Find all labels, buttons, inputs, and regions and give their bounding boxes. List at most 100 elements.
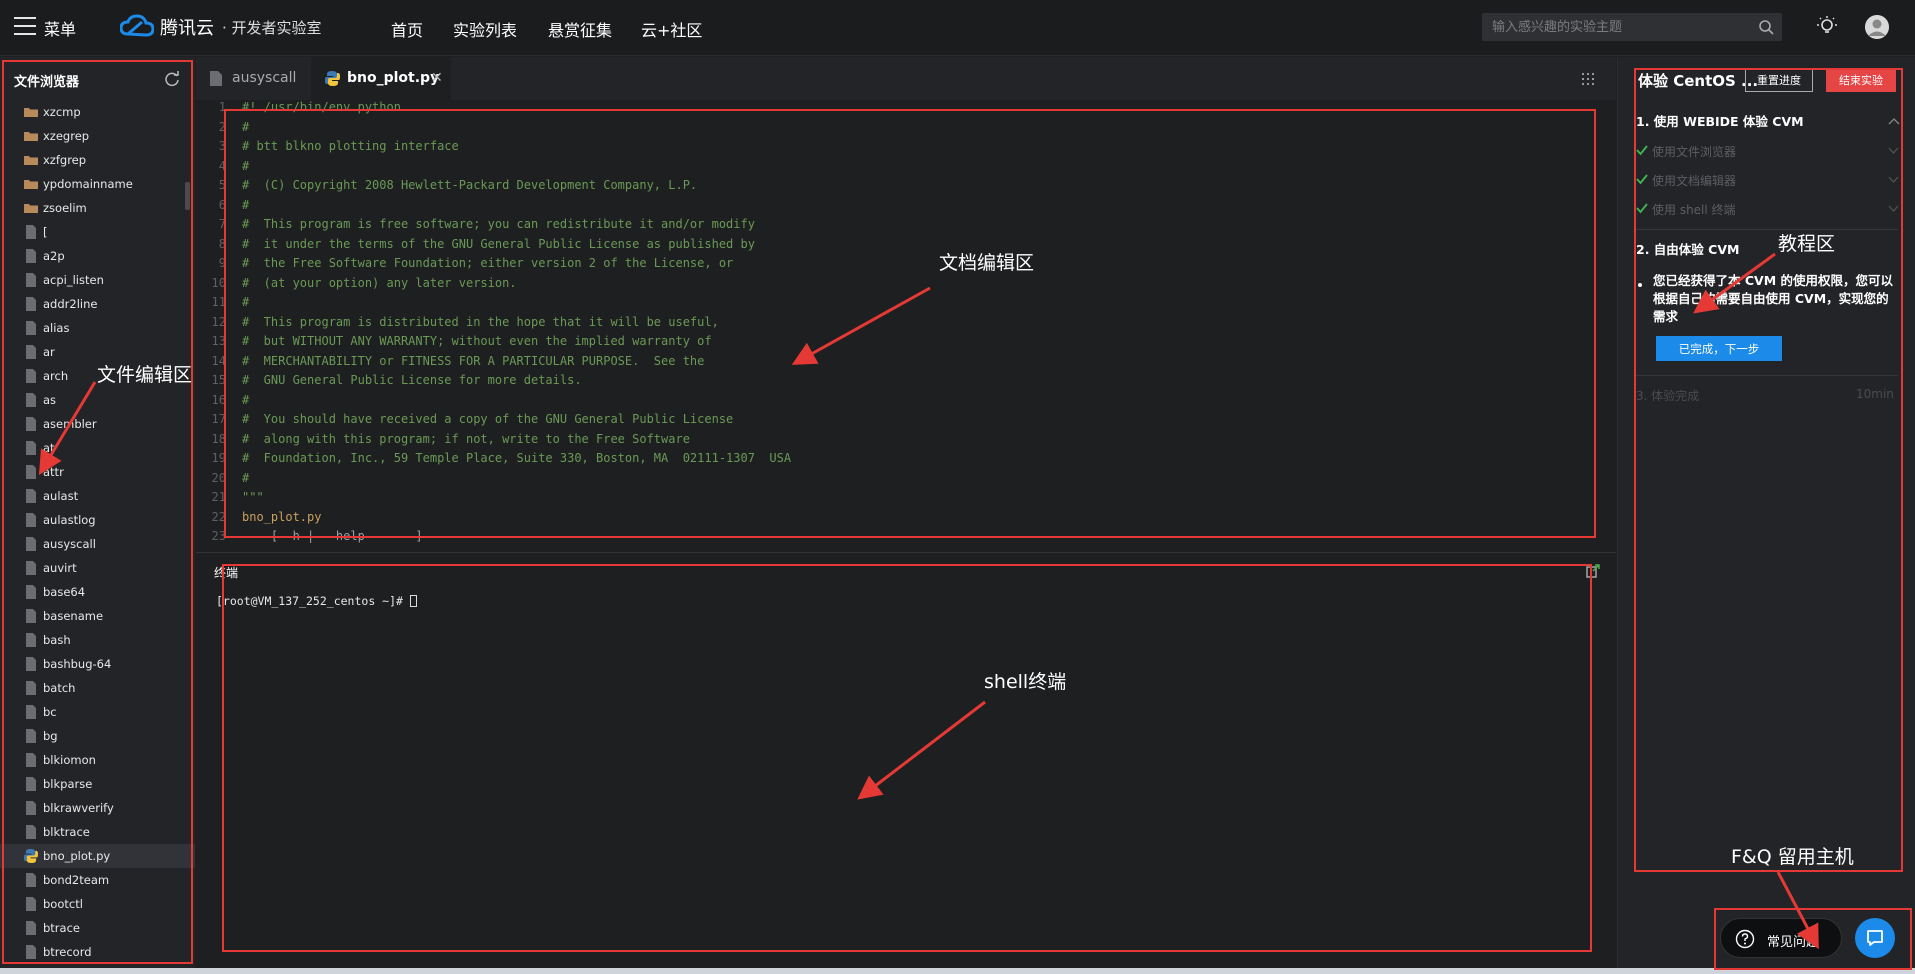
line-number: 15 — [211, 373, 226, 387]
chat-icon — [1867, 930, 1883, 946]
file-list-item[interactable]: addr2line — [0, 292, 195, 316]
file-list-item[interactable]: basename — [0, 604, 195, 628]
file-list-item[interactable]: bg — [0, 724, 195, 748]
code-text: # GNU General Public License for more de… — [242, 373, 582, 387]
close-icon[interactable]: ✕ — [431, 70, 443, 86]
file-name: bashbug-64 — [43, 657, 112, 671]
code-line: 17 # You should have received a copy of t… — [196, 412, 1596, 431]
file-list-item[interactable]: at — [0, 436, 195, 460]
file-list-item[interactable]: xzcmp — [0, 100, 195, 124]
file-icon — [26, 369, 36, 383]
file-list-item[interactable]: bc — [0, 700, 195, 724]
file-list-item[interactable]: [ — [0, 220, 195, 244]
file-list-item[interactable]: xzegrep — [0, 124, 195, 148]
chat-button[interactable] — [1855, 918, 1895, 958]
chevron-down-icon — [1888, 147, 1899, 154]
menu-label[interactable]: 菜单 — [44, 16, 76, 40]
code-line: 2 # — [196, 120, 1596, 139]
folder-icon — [24, 108, 38, 117]
expand-icon[interactable] — [1586, 564, 1600, 578]
menu-icon[interactable] — [14, 17, 36, 35]
section-2-title[interactable]: 2. 自由体验 CVM — [1636, 239, 1739, 258]
file-list-item[interactable]: aulast — [0, 484, 195, 508]
sub-step-file-browser[interactable]: 使用文件浏览器 — [1636, 141, 1906, 161]
file-name: bc — [43, 705, 57, 719]
grid-menu-icon[interactable] — [1581, 72, 1595, 86]
code-text: # MERCHANTABILITY or FITNESS FOR A PARTI… — [242, 353, 705, 368]
code-editor[interactable]: 1 #! /usr/bin/env python 2 #3 # btt blkno pl… — [196, 100, 1616, 548]
file-list-item[interactable]: blktrace — [0, 820, 195, 844]
file-icon — [26, 801, 36, 815]
file-list-item[interactable]: bond2team — [0, 868, 195, 892]
line-number: 13 — [211, 334, 226, 348]
line-number: 14 — [211, 353, 226, 368]
file-list-item[interactable]: bashbug-64 — [0, 652, 195, 676]
file-name: at — [43, 441, 55, 455]
code-text: # along with this program; if not, write… — [242, 431, 690, 446]
nav-lab-list[interactable]: 实验列表 — [453, 17, 517, 41]
file-list-item[interactable]: as — [0, 388, 195, 412]
code-text: # — [242, 392, 250, 407]
file-list-item[interactable]: bno_plot.py — [0, 844, 195, 868]
file-list-item[interactable]: zsoelim — [0, 196, 195, 220]
file-list-item[interactable]: attr — [0, 460, 195, 484]
file-list-item[interactable]: blkiomon — [0, 748, 195, 772]
file-list-item[interactable]: acpi_listen — [0, 268, 195, 292]
code-line: 4 # — [196, 159, 1596, 178]
file-name: blkiomon — [43, 753, 96, 767]
code-text: # (C) Copyright 2008 Hewlett-Packard Dev… — [242, 178, 698, 192]
file-list-item[interactable]: batch — [0, 676, 195, 700]
terminal-prompt[interactable]: [root@VM_137_252_centos ~]# — [216, 594, 417, 608]
tab-ausyscall[interactable]: ausyscall — [196, 57, 311, 100]
logo-text[interactable]: 腾讯云 — [160, 14, 214, 40]
file-list-item[interactable]: xzfgrep — [0, 148, 195, 172]
avatar[interactable] — [1865, 15, 1889, 39]
code-text: """ — [242, 490, 264, 504]
file-list-scrollbar[interactable] — [185, 182, 190, 210]
search-icon[interactable] — [1758, 19, 1774, 35]
file-icon — [26, 777, 36, 791]
file-list-item[interactable]: bootctl — [0, 892, 195, 916]
sub-step-shell[interactable]: 使用 shell 终端 — [1636, 199, 1906, 219]
file-list-item[interactable]: blkrawverify — [0, 796, 195, 820]
file-list-item[interactable]: blkparse — [0, 772, 195, 796]
logo-subtitle: · 开发者实验室 — [222, 19, 322, 37]
nav-home[interactable]: 首页 — [391, 17, 423, 41]
terminal-title: 终端 — [214, 566, 239, 580]
faq-button[interactable]: 常见问题 — [1720, 918, 1842, 958]
file-list-item[interactable]: alias — [0, 316, 195, 340]
reset-progress-button[interactable]: 重置进度 — [1745, 68, 1813, 92]
file-name: asembler — [43, 417, 97, 431]
search-input[interactable] — [1492, 17, 1742, 37]
file-name: xzcmp — [43, 105, 81, 119]
nav-bounty[interactable]: 悬赏征集 — [548, 17, 612, 41]
file-list-item[interactable]: base64 — [0, 580, 195, 604]
file-list-item[interactable]: btrace — [0, 916, 195, 940]
code-text: # btt blkno plotting interface — [242, 139, 459, 153]
next-step-button[interactable]: 已完成，下一步 — [1656, 336, 1782, 361]
code-line: 1 #! /usr/bin/env python — [196, 100, 1596, 119]
file-list-item[interactable]: bash — [0, 628, 195, 652]
refresh-icon[interactable] — [164, 71, 180, 87]
code-line: 13 # but WITHOUT ANY WARRANTY; without ev… — [196, 334, 1596, 353]
section-1-title[interactable]: 1. 使用 WEBIDE 体验 CVM — [1636, 111, 1804, 130]
file-list-item[interactable]: aulastlog — [0, 508, 195, 532]
terminal-panel[interactable]: 终端 [root@VM_137_252_centos ~]# — [196, 556, 1616, 974]
code-text: # the Free Software Foundation; either v… — [242, 256, 734, 270]
file-list-item[interactable]: asembler — [0, 412, 195, 436]
chevron-up-icon[interactable] — [1888, 117, 1900, 125]
sub-step-doc-editor[interactable]: 使用文档编辑器 — [1636, 170, 1906, 190]
nav-community[interactable]: 云+社区 — [641, 17, 702, 41]
file-list-item[interactable]: a2p — [0, 244, 195, 268]
file-list-item[interactable]: ausyscall — [0, 532, 195, 556]
file-list-item[interactable]: auvirt — [0, 556, 195, 580]
section-3-title[interactable]: 3. 体验完成 — [1636, 387, 1699, 404]
tab-bno-plot[interactable]: bno_plot.py ✕ — [311, 57, 451, 100]
lightbulb-icon[interactable] — [1816, 15, 1838, 37]
editor-terminal-divider[interactable] — [196, 552, 1616, 553]
file-list-item[interactable]: ypdomainname — [0, 172, 195, 196]
end-lab-button[interactable]: 结束实验 — [1826, 68, 1896, 92]
file-list-item[interactable]: btrecord — [0, 940, 195, 964]
code-text: # Foundation, Inc., 59 Temple Place, Sui… — [242, 451, 792, 465]
line-number: 9 — [218, 256, 226, 270]
